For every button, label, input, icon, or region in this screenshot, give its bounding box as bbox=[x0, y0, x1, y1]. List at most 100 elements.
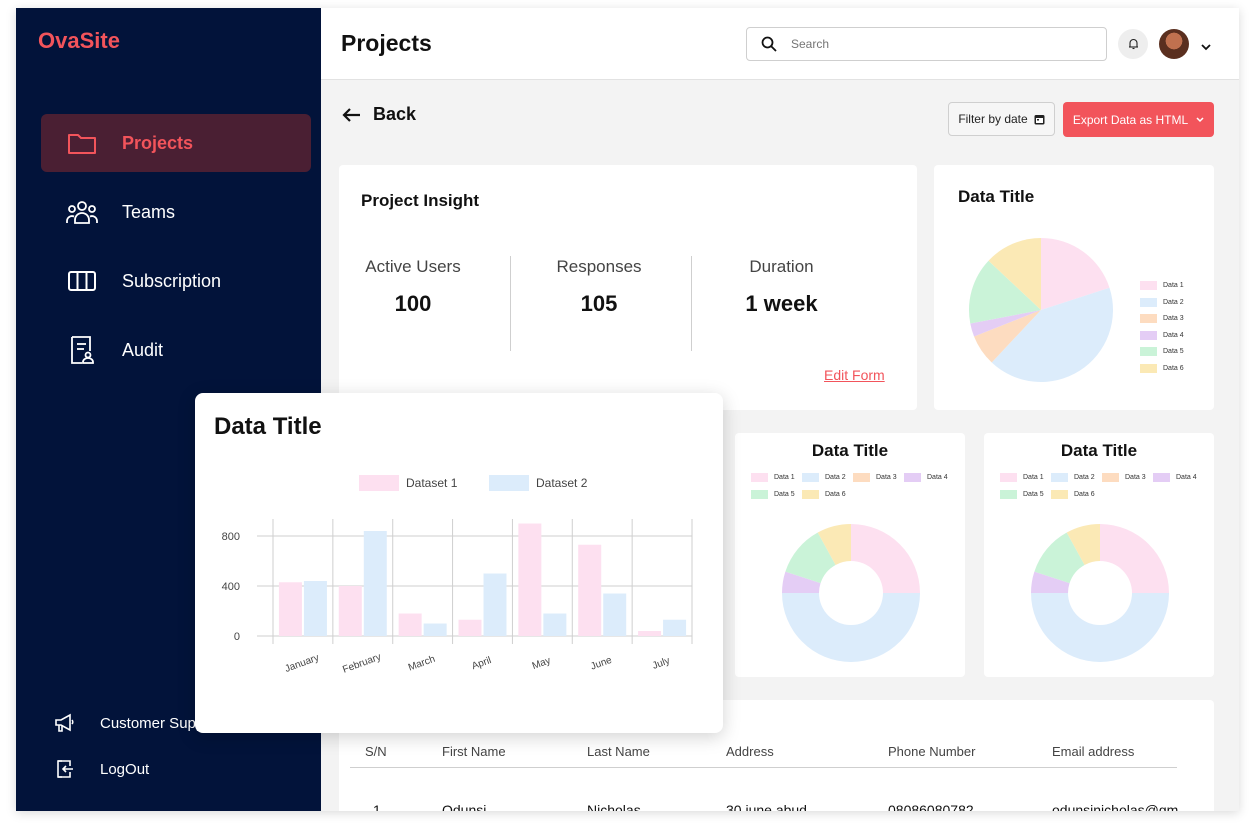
pie-chart-card: Data Title Data 1 Data 2 Data 3 Data 4 Data … bbox=[934, 165, 1214, 410]
x-tick-label: April bbox=[470, 655, 493, 672]
legend-item: Data 6 bbox=[1051, 490, 1095, 499]
legend-swatch bbox=[1140, 298, 1157, 307]
donut-chart bbox=[782, 524, 920, 662]
stat-value: 100 bbox=[394, 291, 432, 316]
legend-swatch bbox=[1051, 473, 1068, 482]
legend-swatch bbox=[802, 490, 819, 499]
x-tick-label: May bbox=[531, 655, 553, 672]
y-tick-label: 0 bbox=[234, 631, 240, 643]
x-tick-label: January bbox=[283, 652, 320, 675]
table-cell-phone: 08086080782 bbox=[888, 802, 974, 811]
legend-label: Data 4 bbox=[1163, 332, 1184, 339]
table-cell-first-name: Odunsi bbox=[442, 802, 487, 811]
y-tick-label: 800 bbox=[222, 531, 240, 543]
legend-item: Data 5 bbox=[1140, 347, 1184, 356]
table-cell-sn: 1 bbox=[373, 802, 381, 811]
table-header-phone: Phone Number bbox=[888, 744, 976, 759]
legend-label: Data 2 bbox=[825, 474, 846, 481]
sidebar-footer-label: LogOut bbox=[100, 760, 150, 778]
sidebar-item-label: Projects bbox=[122, 132, 194, 153]
table-header-sn: S/N bbox=[365, 744, 387, 759]
legend-swatch bbox=[802, 473, 819, 482]
bar-dataset-2 bbox=[663, 619, 687, 636]
top-header: Projects bbox=[321, 8, 1239, 80]
bar-dataset-1 bbox=[578, 544, 602, 636]
legend-swatch bbox=[853, 473, 870, 482]
stat-value: 1 week bbox=[745, 291, 818, 316]
legend-item: Data 1 bbox=[1000, 473, 1044, 482]
legend-swatch bbox=[1153, 473, 1170, 482]
notification-button[interactable] bbox=[1118, 29, 1148, 59]
project-insight-card: Project Insight Active Users 100 Respons… bbox=[339, 165, 917, 410]
chevron-down-icon[interactable] bbox=[1201, 38, 1211, 56]
bar-dataset-2 bbox=[543, 613, 567, 636]
stat-label: Responses bbox=[556, 257, 642, 276]
legend-label: Data 5 bbox=[774, 491, 795, 498]
legend-swatch bbox=[1000, 490, 1017, 499]
x-tick-label: February bbox=[341, 652, 382, 676]
search-box[interactable] bbox=[746, 27, 1107, 61]
stat-label: Active Users bbox=[365, 257, 461, 276]
legend-label: Data 6 bbox=[1163, 365, 1184, 372]
bar-chart-card: Data Title Dataset 1 Dataset 2 0 400 800 Janu… bbox=[195, 393, 723, 733]
table-header-first-name: First Name bbox=[442, 744, 506, 759]
legend-swatch bbox=[1140, 331, 1157, 340]
sidebar-item-teams[interactable]: Teams bbox=[41, 183, 311, 241]
bar-dataset-2 bbox=[603, 593, 627, 636]
legend-item: Data 6 bbox=[1140, 364, 1184, 373]
avatar[interactable] bbox=[1159, 29, 1189, 59]
bell-icon bbox=[1128, 38, 1138, 50]
table-header-email: Email address bbox=[1052, 744, 1135, 759]
legend-label: Data 4 bbox=[927, 474, 948, 481]
legend-item: Data 4 bbox=[1153, 473, 1197, 482]
sidebar-item-projects[interactable]: Projects bbox=[41, 114, 311, 172]
legend-label: Data 1 bbox=[1023, 474, 1044, 481]
columns-icon bbox=[66, 267, 98, 295]
filter-by-date-button[interactable]: Filter by date bbox=[948, 102, 1055, 136]
sidebar-item-audit[interactable]: Audit bbox=[41, 321, 311, 379]
bar-dataset-1 bbox=[338, 586, 362, 636]
legend-label: Dataset 2 bbox=[536, 476, 588, 490]
sidebar-item-logout[interactable]: LogOut bbox=[54, 758, 149, 780]
legend-swatch bbox=[1000, 473, 1017, 482]
legend-swatch bbox=[751, 473, 768, 482]
legend-swatch bbox=[1140, 364, 1157, 373]
stat-label: Duration bbox=[749, 257, 814, 276]
legend-label: Data 1 bbox=[1163, 282, 1184, 289]
legend-item: Data 3 bbox=[1102, 473, 1146, 482]
table-cell-email: odunsinicholas@gm.. bbox=[1052, 802, 1187, 811]
legend-item: Data 2 bbox=[802, 473, 846, 482]
legend-label: Data 5 bbox=[1023, 491, 1044, 498]
search-input[interactable] bbox=[791, 37, 1071, 51]
folder-icon bbox=[66, 129, 98, 157]
app-logo[interactable]: OvaSite bbox=[38, 28, 120, 54]
donut-chart bbox=[1031, 524, 1169, 662]
bar-dataset-2 bbox=[423, 623, 447, 636]
megaphone-icon bbox=[54, 712, 76, 734]
filter-label: Filter by date bbox=[958, 112, 1028, 126]
table-cell-last-name: Nicholas bbox=[587, 802, 641, 811]
legend-item: Data 3 bbox=[1140, 314, 1184, 323]
back-button[interactable]: Back bbox=[341, 104, 416, 125]
stat-active-users: Active Users 100 bbox=[361, 257, 465, 317]
x-tick-label: June bbox=[589, 655, 614, 673]
edit-form-link[interactable]: Edit Form bbox=[824, 367, 885, 383]
table-header-address: Address bbox=[726, 744, 774, 759]
legend-label: Data 4 bbox=[1176, 474, 1197, 481]
back-label: Back bbox=[373, 104, 417, 124]
legend-label: Data 6 bbox=[825, 491, 846, 498]
export-button[interactable]: Export Data as HTML bbox=[1063, 102, 1214, 137]
x-tick-label: July bbox=[651, 655, 671, 671]
stat-responses: Responses 105 bbox=[549, 257, 649, 317]
sidebar-item-subscription[interactable]: Subscription bbox=[41, 252, 311, 310]
audit-icon bbox=[66, 336, 98, 364]
legend-item: Data 1 bbox=[1140, 281, 1184, 290]
legend-swatch bbox=[1140, 314, 1157, 323]
calendar-icon bbox=[1034, 114, 1045, 125]
legend-item: Data 6 bbox=[802, 490, 846, 499]
table-cell-address: 30 june abud.. bbox=[726, 802, 815, 811]
legend-swatch bbox=[1140, 281, 1157, 290]
y-tick-label: 400 bbox=[222, 581, 240, 593]
logout-icon bbox=[54, 758, 76, 780]
legend-label: Data 2 bbox=[1074, 474, 1095, 481]
